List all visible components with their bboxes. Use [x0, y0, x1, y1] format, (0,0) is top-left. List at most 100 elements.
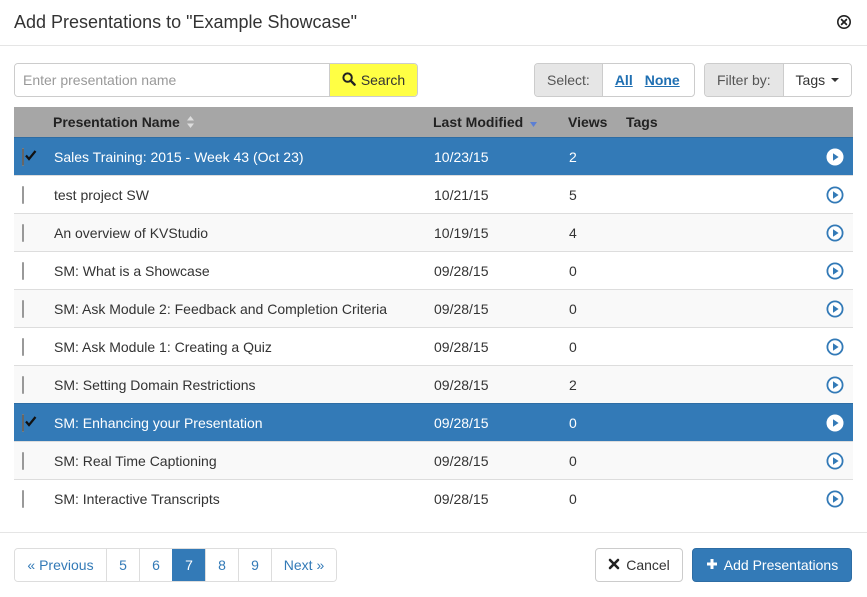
- checkbox[interactable]: [22, 414, 37, 432]
- row-name: An overview of KVStudio: [54, 225, 209, 241]
- close-icon[interactable]: [836, 14, 852, 30]
- sort-desc-icon: [529, 115, 538, 131]
- row-name: SM: Ask Module 1: Creating a Quiz: [54, 339, 272, 355]
- select-label: Select:: [535, 64, 603, 96]
- row-views: 4: [569, 225, 577, 241]
- row-checkbox[interactable]: [22, 376, 37, 394]
- row-checkbox[interactable]: [22, 452, 37, 470]
- row-name: SM: Ask Module 2: Feedback and Completio…: [54, 301, 388, 317]
- row-checkbox[interactable]: [22, 300, 37, 318]
- pagination-previous[interactable]: « Previous: [15, 549, 106, 581]
- add-presentations-button[interactable]: Add Presentations: [692, 548, 852, 582]
- caret-down-icon: [831, 78, 840, 82]
- cancel-button-label: Cancel: [626, 557, 670, 573]
- play-icon[interactable]: [826, 186, 844, 204]
- filter-group: Filter by: Tags: [704, 63, 852, 97]
- row-views: 5: [569, 187, 577, 203]
- row-name: SM: Interactive Transcripts: [54, 491, 220, 507]
- row-views: 0: [569, 491, 577, 507]
- checkbox[interactable]: [22, 148, 37, 166]
- row-modified: 10/19/15: [434, 225, 489, 241]
- filter-label: Filter by:: [705, 64, 784, 96]
- pagination-page[interactable]: 7: [172, 549, 205, 581]
- column-header-modified[interactable]: Last Modified: [433, 114, 538, 131]
- search-group: Search: [14, 63, 418, 97]
- table-row[interactable]: SM: Ask Module 2: Feedback and Completio…: [14, 289, 853, 327]
- pagination-page[interactable]: 9: [238, 549, 271, 581]
- row-checkbox[interactable]: [22, 148, 37, 166]
- row-checkbox[interactable]: [22, 224, 37, 242]
- table-row[interactable]: SM: Interactive Transcripts 09/28/15 0: [14, 479, 853, 517]
- checkbox[interactable]: [22, 186, 24, 204]
- row-checkbox[interactable]: [22, 490, 37, 508]
- presentations-table: Presentation Name Last Modified Views Ta…: [14, 107, 853, 517]
- select-none-link[interactable]: None: [645, 72, 680, 88]
- checkbox[interactable]: [22, 452, 24, 470]
- row-checkbox[interactable]: [22, 338, 37, 356]
- row-modified: 09/28/15: [434, 415, 489, 431]
- column-header-name-label: Presentation Name: [53, 114, 180, 130]
- table-row[interactable]: SM: What is a Showcase 09/28/15 0: [14, 251, 853, 289]
- row-modified: 09/28/15: [434, 301, 489, 317]
- row-modified: 09/28/15: [434, 377, 489, 393]
- cancel-button[interactable]: Cancel: [595, 548, 683, 582]
- table-row[interactable]: An overview of KVStudio 10/19/15 4: [14, 213, 853, 251]
- pagination-page[interactable]: 8: [205, 549, 238, 581]
- checkbox[interactable]: [22, 376, 24, 394]
- sort-both-icon: [186, 115, 195, 132]
- row-checkbox[interactable]: [22, 414, 37, 432]
- checkbox[interactable]: [22, 338, 24, 356]
- table-row[interactable]: SM: Setting Domain Restrictions 09/28/15 2: [14, 365, 853, 403]
- pagination-next[interactable]: Next »: [271, 549, 336, 581]
- search-button-label: Search: [360, 72, 406, 88]
- close-x-icon: [608, 557, 620, 573]
- select-group: Select: All None: [534, 63, 695, 97]
- row-modified: 10/21/15: [434, 187, 489, 203]
- checkbox[interactable]: [22, 262, 24, 280]
- table-row[interactable]: Sales Training: 2015 - Week 43 (Oct 23) 1…: [14, 137, 853, 175]
- search-input[interactable]: [15, 64, 329, 96]
- play-icon[interactable]: [826, 148, 844, 166]
- row-modified: 09/28/15: [434, 453, 489, 469]
- table-body: Sales Training: 2015 - Week 43 (Oct 23) 1…: [14, 137, 853, 517]
- search-button[interactable]: Search: [329, 64, 417, 96]
- add-presentations-label: Add Presentations: [723, 557, 839, 573]
- checkbox[interactable]: [22, 224, 24, 242]
- row-views: 0: [569, 453, 577, 469]
- table-row[interactable]: SM: Ask Module 1: Creating a Quiz 09/28/1…: [14, 327, 853, 365]
- pagination-page[interactable]: 6: [139, 549, 172, 581]
- play-icon[interactable]: [826, 490, 844, 508]
- dialog-header: Add Presentations to "Example Showcase": [0, 0, 867, 46]
- checkbox[interactable]: [22, 300, 24, 318]
- table-row[interactable]: SM: Real Time Captioning 09/28/15 0: [14, 441, 853, 479]
- pagination: « Previous 5 6 7 8 9 Next »: [14, 548, 337, 582]
- play-icon[interactable]: [826, 300, 844, 318]
- play-icon[interactable]: [826, 338, 844, 356]
- select-all-link[interactable]: All: [615, 72, 633, 88]
- table-row[interactable]: SM: Enhancing your Presentation 09/28/15 0: [14, 403, 853, 441]
- checkbox[interactable]: [22, 490, 24, 508]
- play-icon[interactable]: [826, 414, 844, 432]
- row-name: Sales Training: 2015 - Week 43 (Oct 23): [54, 149, 304, 165]
- play-icon[interactable]: [826, 262, 844, 280]
- table-row[interactable]: test project SW 10/21/15 5: [14, 175, 853, 213]
- select-links: All None: [602, 64, 692, 96]
- row-checkbox[interactable]: [22, 262, 37, 280]
- add-presentations-dialog: Add Presentations to "Example Showcase" …: [0, 0, 867, 597]
- column-header-name[interactable]: Presentation Name: [53, 114, 195, 132]
- column-header-views[interactable]: Views: [568, 114, 607, 130]
- plus-icon: [706, 557, 718, 573]
- play-icon[interactable]: [826, 376, 844, 394]
- row-modified: 10/23/15: [434, 149, 489, 165]
- play-icon[interactable]: [826, 224, 844, 242]
- tags-dropdown-label: Tags: [795, 72, 826, 88]
- row-modified: 09/28/15: [434, 263, 489, 279]
- play-icon[interactable]: [826, 452, 844, 470]
- column-header-tags[interactable]: Tags: [626, 114, 658, 130]
- row-modified: 09/28/15: [434, 491, 489, 507]
- pagination-page[interactable]: 5: [106, 549, 139, 581]
- row-views: 0: [569, 415, 577, 431]
- tags-dropdown[interactable]: Tags: [783, 64, 851, 96]
- column-header-modified-label: Last Modified: [433, 114, 524, 130]
- row-checkbox[interactable]: [22, 186, 37, 204]
